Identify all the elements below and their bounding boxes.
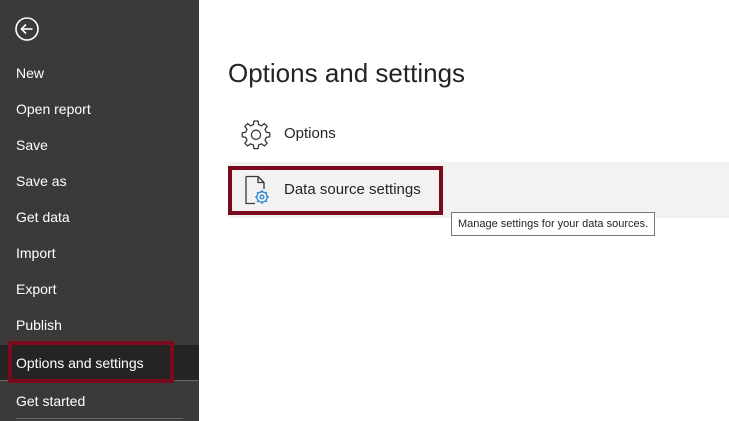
sidebar-item-get-started[interactable]: Get started [0, 383, 199, 419]
sidebar-item-new[interactable]: New [0, 55, 199, 91]
page-title: Options and settings [228, 58, 466, 88]
back-button[interactable] [14, 16, 40, 42]
sidebar-divider [16, 418, 183, 419]
sidebar: New Open report Save Save as Get data Im… [0, 0, 199, 421]
options-label: Options [284, 125, 336, 142]
sidebar-item-export[interactable]: Export [0, 271, 199, 307]
data-source-settings-item[interactable]: Data source settings [228, 162, 729, 218]
sidebar-item-get-data[interactable]: Get data [0, 199, 199, 235]
options-item[interactable]: Options [228, 106, 729, 162]
sidebar-item-open-report[interactable]: Open report [0, 91, 199, 127]
sidebar-item-import[interactable]: Import [0, 235, 199, 271]
data-source-settings-label: Data source settings [284, 181, 421, 198]
gear-icon [241, 120, 271, 150]
sidebar-item-save[interactable]: Save [0, 127, 199, 163]
sidebar-item-publish[interactable]: Publish [0, 307, 199, 343]
sidebar-item-save-as[interactable]: Save as [0, 163, 199, 199]
document-gear-icon [245, 175, 269, 205]
app-window: New Open report Save Save as Get data Im… [0, 0, 729, 421]
tooltip: Manage settings for your data sources. [451, 212, 656, 236]
back-arrow-circle-icon [15, 17, 39, 41]
sidebar-item-options-and-settings[interactable]: Options and settings [0, 345, 199, 381]
